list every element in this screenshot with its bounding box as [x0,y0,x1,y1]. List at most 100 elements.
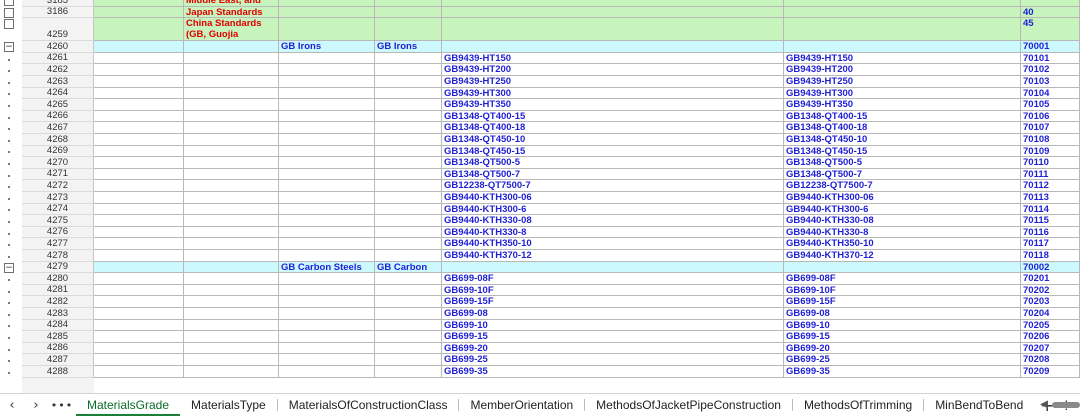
collapse-group-icon[interactable]: − [4,262,14,273]
cell[interactable] [375,203,442,216]
cell[interactable] [279,250,375,262]
cell[interactable] [94,64,184,76]
cell[interactable] [375,342,442,355]
row-header[interactable]: 4259 [22,18,94,42]
cell[interactable]: GB9439-HT250 [442,76,784,88]
row-header[interactable]: 4276 [22,226,94,239]
cell[interactable] [184,250,279,262]
row-header[interactable]: 4269 [22,145,94,158]
cell[interactable] [184,52,279,65]
cell[interactable] [94,99,184,111]
cell[interactable] [279,180,375,192]
cell[interactable] [279,0,375,7]
sheet-tab[interactable]: MaterialsGrade [76,394,181,416]
cell[interactable] [375,76,442,88]
cell[interactable] [375,52,442,65]
outline-group-icon[interactable] [4,7,14,18]
cell[interactable]: 70205 [1021,319,1080,332]
cell[interactable] [94,157,184,169]
cell[interactable] [94,168,184,181]
cell[interactable] [375,296,442,308]
cell[interactable] [442,6,784,19]
cell[interactable] [184,366,279,378]
cell[interactable]: GB1348-QT500-5 [784,157,1021,169]
cell[interactable]: GB1348-QT450-10 [442,134,784,146]
cell[interactable] [94,110,184,123]
cell[interactable]: GB699-35 [784,366,1021,378]
cell[interactable]: GB1348-QT450-15 [784,145,1021,158]
cell[interactable]: 70202 [1021,284,1080,297]
cell[interactable] [279,238,375,250]
cell[interactable] [184,331,279,343]
cell[interactable] [279,284,375,297]
cell[interactable]: GB9440-KTH330-08 [442,215,784,227]
cell[interactable] [784,41,1021,53]
cell[interactable]: GB9440-KTH350-10 [784,238,1021,250]
row-header[interactable]: 4274 [22,203,94,216]
cell[interactable]: GB9440-KTH330-8 [442,226,784,239]
cell[interactable] [94,18,184,42]
row-header[interactable]: 4270 [22,157,94,169]
cell[interactable]: GB699-10F [442,284,784,297]
scrollbar-thumb[interactable] [1052,402,1080,408]
chevron-left-icon[interactable]: ‹ [0,398,24,413]
collapse-group-icon[interactable]: − [4,42,14,53]
cell[interactable]: GB9440-KTH370-12 [784,250,1021,262]
cell[interactable] [279,203,375,216]
cell[interactable]: GB9439-HT350 [442,99,784,111]
cell[interactable] [279,192,375,204]
cell[interactable]: GB699-15 [784,331,1021,343]
cell[interactable] [279,134,375,146]
scroll-left-arrow-icon[interactable]: ◀ [1040,399,1048,411]
cell[interactable] [94,145,184,158]
cell[interactable]: 70201 [1021,273,1080,285]
cell[interactable] [279,64,375,76]
cell[interactable]: 70108 [1021,134,1080,146]
cell[interactable] [279,52,375,65]
cell[interactable] [375,192,442,204]
cell[interactable] [375,284,442,297]
cell[interactable]: Middle East, and [184,0,279,7]
cell[interactable] [184,354,279,366]
cell[interactable]: GB9439-HT150 [442,52,784,65]
cell[interactable] [375,331,442,343]
cell[interactable] [279,273,375,285]
cell[interactable]: GB1348-QT450-15 [442,145,784,158]
cell[interactable] [184,99,279,111]
cell[interactable]: GB12238-QT7500-7 [784,180,1021,192]
cell[interactable]: 45 [1021,18,1080,42]
cell[interactable] [375,6,442,19]
cell[interactable]: GB1348-QT500-7 [442,168,784,181]
cell[interactable] [184,296,279,308]
cell[interactable] [784,261,1021,274]
cell[interactable] [94,6,184,19]
cell[interactable]: GB9440-KTH300-6 [442,203,784,216]
cell[interactable] [94,308,184,320]
cell[interactable]: GB Carbon Steels [279,261,375,274]
cell-grid[interactable]: Middle East, and Japan Standards 40 China S… [94,0,1080,393]
cell[interactable] [279,342,375,355]
sheet-tab[interactable]: MaterialsType [180,394,277,416]
cell[interactable] [279,308,375,320]
cell[interactable]: 70102 [1021,64,1080,76]
cell[interactable] [279,226,375,239]
row-header[interactable]: 4262 [22,64,94,76]
sheet-tab[interactable]: MinBendToBend [924,394,1034,416]
horizontal-scrollbar[interactable]: ◀ [1040,399,1080,411]
cell[interactable] [94,0,184,7]
cell[interactable]: GB9439-HT350 [784,99,1021,111]
cell[interactable]: GB1348-QT450-10 [784,134,1021,146]
cell[interactable] [279,296,375,308]
cell[interactable]: GB699-08 [784,308,1021,320]
cell[interactable] [279,215,375,227]
cell[interactable] [184,145,279,158]
ellipsis-icon[interactable]: ••• [48,399,76,412]
cell[interactable] [375,319,442,332]
cell[interactable] [94,296,184,308]
cell[interactable] [94,226,184,239]
cell[interactable]: GB9440-KTH300-6 [784,203,1021,216]
cell[interactable] [375,87,442,100]
cell[interactable] [279,319,375,332]
row-header[interactable]: 4287 [22,354,94,366]
cell[interactable]: GB699-08F [442,273,784,285]
